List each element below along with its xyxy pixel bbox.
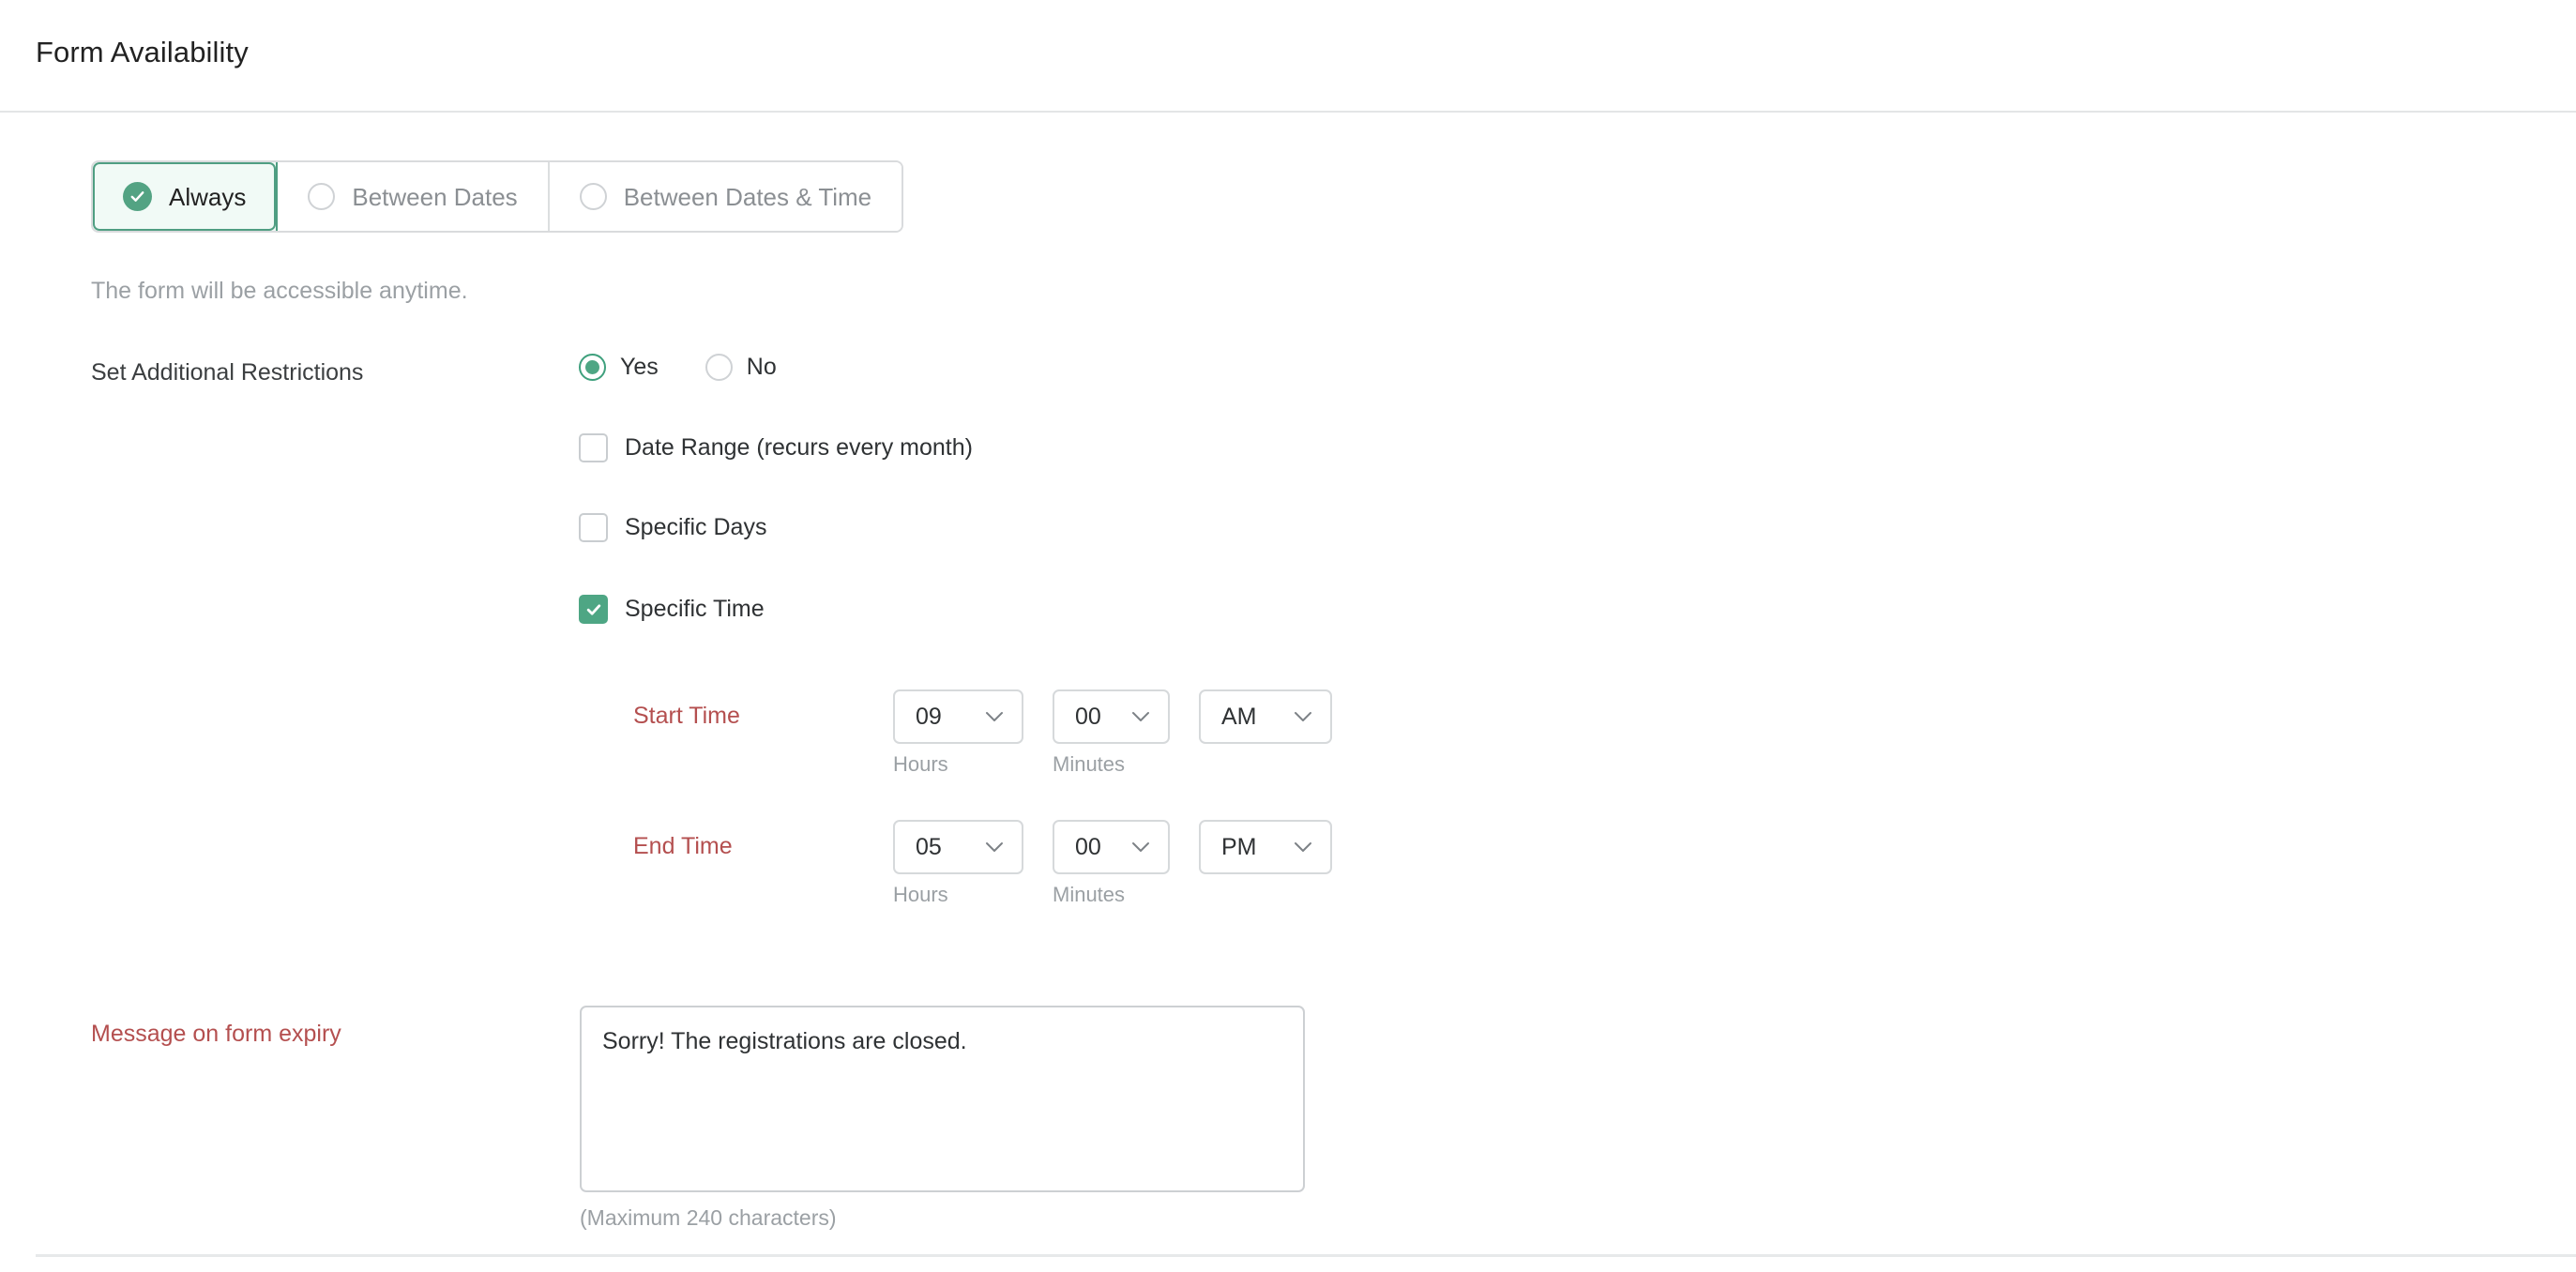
tab-between-dates[interactable]: Between Dates <box>278 162 550 231</box>
start-time-hours-col: 09 Hours <box>893 689 1023 775</box>
start-time-minutes-col: 00 Minutes <box>1053 689 1170 775</box>
set-additional-restrictions-radio-group: Yes No <box>579 354 777 381</box>
checkbox-specific-time[interactable]: Specific Time <box>579 595 765 624</box>
checkbox-specific-time-label: Specific Time <box>625 596 765 622</box>
availability-hint-text: The form will be accessible anytime. <box>91 278 468 304</box>
end-time-meridiem-value: PM <box>1221 833 1257 860</box>
radio-circle-icon <box>308 183 336 210</box>
end-time-meridiem-select[interactable]: PM <box>1199 820 1332 874</box>
checkbox-unchecked-icon <box>579 433 608 462</box>
max-characters-hint: (Maximum 240 characters) <box>580 1205 837 1230</box>
message-on-form-expiry-label: Message on form expiry <box>91 1021 341 1047</box>
end-time-label: End Time <box>633 833 733 859</box>
restrictions-radio-yes[interactable]: Yes <box>579 354 659 381</box>
end-time-hours-sublabel: Hours <box>893 883 948 906</box>
checkbox-date-range-label: Date Range (recurs every month) <box>625 434 973 461</box>
tab-label-between-dates-time: Between Dates & Time <box>623 182 872 211</box>
checkbox-specific-days[interactable]: Specific Days <box>579 513 766 542</box>
section-divider <box>36 1254 2576 1257</box>
checkbox-date-range[interactable]: Date Range (recurs every month) <box>579 433 973 462</box>
tab-between-dates-and-time[interactable]: Between Dates & Time <box>549 162 902 231</box>
restrictions-radio-no-label: No <box>746 354 777 380</box>
end-time-hours-col: 05 Hours <box>893 820 1023 905</box>
chevron-down-icon <box>1132 711 1149 721</box>
tab-label-always: Always <box>169 182 247 211</box>
start-time-meridiem-select[interactable]: AM <box>1199 689 1332 744</box>
start-time-hours-sublabel: Hours <box>893 752 948 776</box>
start-time-hours-select[interactable]: 09 <box>893 689 1023 744</box>
page-header: Form Availability <box>0 0 2576 113</box>
start-time-minutes-sublabel: Minutes <box>1053 752 1126 776</box>
start-time-minutes-value: 00 <box>1075 703 1101 730</box>
end-time-meridiem-col: PM <box>1199 820 1332 874</box>
end-time-row: End Time 05 Hours 00 Minutes PM <box>633 820 1332 905</box>
end-time-hours-value: 05 <box>916 833 942 860</box>
restrictions-radio-yes-label: Yes <box>620 354 659 380</box>
tab-label-between-dates: Between Dates <box>352 182 518 211</box>
end-time-minutes-value: 00 <box>1075 833 1101 860</box>
checkbox-specific-days-label: Specific Days <box>625 514 767 540</box>
start-time-meridiem-col: AM <box>1199 689 1332 744</box>
end-time-minutes-sublabel: Minutes <box>1053 883 1126 906</box>
end-time-minutes-select[interactable]: 00 <box>1053 820 1170 874</box>
checkbox-unchecked-icon <box>579 513 608 542</box>
start-time-label: Start Time <box>633 703 740 729</box>
chevron-down-icon <box>986 711 1003 721</box>
availability-tab-group: Always Between Dates Between Dates & Tim… <box>91 160 904 233</box>
start-time-hours-value: 09 <box>916 703 942 730</box>
checkbox-checked-icon <box>579 595 608 624</box>
set-additional-restrictions-label: Set Additional Restrictions <box>91 359 364 386</box>
restrictions-radio-no[interactable]: No <box>705 354 777 381</box>
start-time-row: Start Time 09 Hours 00 Minutes AM <box>633 689 1332 775</box>
chevron-down-icon <box>1295 841 1311 852</box>
form-availability-page: Form Availability Always Between Dates B… <box>0 0 2576 1272</box>
chevron-down-icon <box>1132 841 1149 852</box>
start-time-minutes-select[interactable]: 00 <box>1053 689 1170 744</box>
page-title: Form Availability <box>36 36 249 68</box>
tab-always[interactable]: Always <box>93 162 279 231</box>
chevron-down-icon <box>986 841 1003 852</box>
end-time-minutes-col: 00 Minutes <box>1053 820 1170 905</box>
start-time-meridiem-value: AM <box>1221 703 1257 730</box>
chevron-down-icon <box>1295 711 1311 721</box>
check-circle-icon <box>123 182 152 211</box>
radio-unselected-icon <box>705 354 733 381</box>
radio-circle-icon <box>579 183 607 210</box>
end-time-hours-select[interactable]: 05 <box>893 820 1023 874</box>
radio-selected-icon <box>579 354 606 381</box>
message-on-form-expiry-textarea[interactable] <box>580 1006 1305 1192</box>
